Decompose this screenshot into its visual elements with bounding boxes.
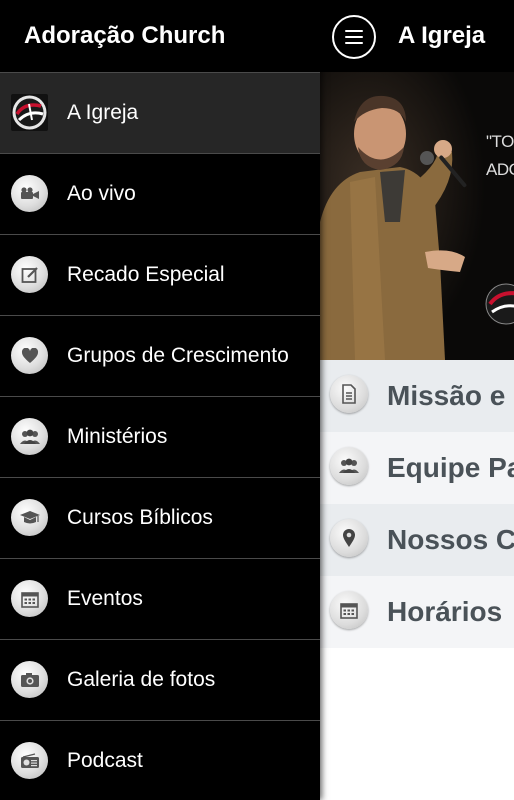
camera-icon bbox=[11, 661, 48, 698]
content-item-equipe[interactable]: Equipe Pa bbox=[320, 432, 514, 504]
group-icon bbox=[11, 418, 48, 455]
drawer-item-label: Podcast bbox=[67, 749, 143, 772]
calendar-icon bbox=[11, 580, 48, 617]
menu-button[interactable] bbox=[332, 15, 376, 59]
drawer-item-galeria-de-fotos[interactable]: Galeria de fotos bbox=[0, 639, 320, 720]
drawer-item-eventos[interactable]: Eventos bbox=[0, 558, 320, 639]
drawer-item-ao-vivo[interactable]: Ao vivo bbox=[0, 153, 320, 234]
calendar-icon bbox=[330, 591, 368, 629]
drawer-item-label: Recado Especial bbox=[67, 263, 225, 286]
content-item-label: Nossos C bbox=[387, 524, 514, 555]
drawer-item-podcast[interactable]: Podcast bbox=[0, 720, 320, 800]
content-item-horarios[interactable]: Horários bbox=[320, 576, 514, 648]
content-item-label: Missão e bbox=[387, 380, 506, 411]
page-title: A Igreja bbox=[398, 22, 486, 49]
edit-note-icon bbox=[11, 256, 48, 293]
drawer-item-label: Grupos de Crescimento bbox=[67, 344, 289, 367]
heart-icon bbox=[11, 337, 48, 374]
drawer-item-recado-especial[interactable]: Recado Especial bbox=[0, 234, 320, 315]
content-item-nossos[interactable]: Nossos C bbox=[320, 504, 514, 576]
graduation-cap-icon bbox=[11, 499, 48, 536]
drawer-item-grupos-de-crescimento[interactable]: Grupos de Crescimento bbox=[0, 315, 320, 396]
document-icon bbox=[330, 375, 368, 413]
content-item-label: Horários bbox=[387, 596, 503, 627]
drawer-item-label: Eventos bbox=[67, 587, 143, 610]
drawer-item-label: Galeria de fotos bbox=[67, 668, 216, 691]
drawer-item-label: A Igreja bbox=[67, 101, 139, 124]
app-title: Adoração Church bbox=[24, 22, 226, 49]
group-icon bbox=[330, 447, 368, 485]
radio-icon bbox=[11, 742, 48, 779]
hero-quote-text: "TO ADOR bbox=[486, 132, 514, 179]
content-item-missao[interactable]: Missão e bbox=[320, 360, 514, 432]
drawer-item-label: Ministérios bbox=[67, 425, 168, 448]
church-logo-icon bbox=[11, 94, 48, 131]
drawer-item-label: Cursos Bíblicos bbox=[67, 506, 213, 529]
drawer-item-a-igreja[interactable]: A Igreja bbox=[0, 72, 320, 153]
drawer-item-label: Ao vivo bbox=[67, 182, 136, 205]
hero-banner-image: "TO ADOR bbox=[320, 72, 514, 360]
map-pin-icon bbox=[330, 519, 368, 557]
video-camera-icon bbox=[11, 175, 48, 212]
content-list: Missão e Equipe Pa Nossos C Horários bbox=[320, 360, 514, 648]
navigation-drawer: Adoração Church A Igreja Ao vivo Recado … bbox=[0, 0, 320, 800]
drawer-item-cursos-biblicos[interactable]: Cursos Bíblicos bbox=[0, 477, 320, 558]
content-item-label: Equipe Pa bbox=[387, 452, 514, 483]
drawer-item-ministerios[interactable]: Ministérios bbox=[0, 396, 320, 477]
preacher-photo bbox=[320, 72, 514, 360]
hamburger-icon bbox=[345, 30, 363, 32]
drawer-header: Adoração Church bbox=[0, 0, 320, 72]
